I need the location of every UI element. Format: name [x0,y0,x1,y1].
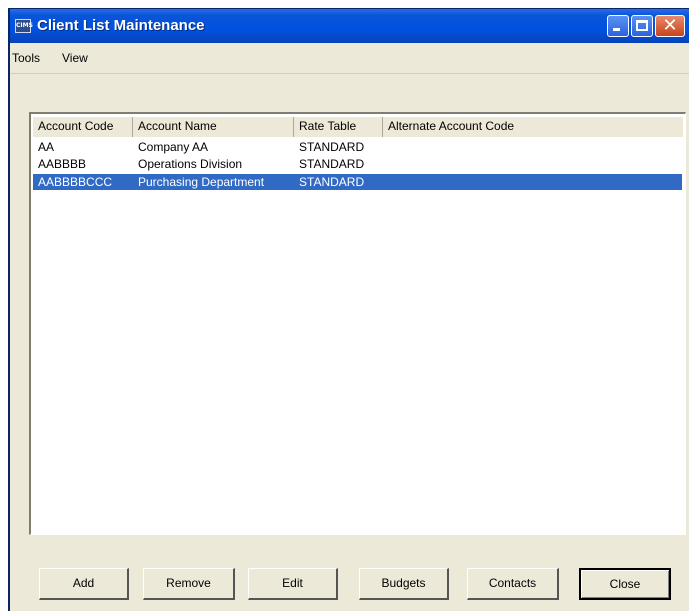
budgets-button[interactable]: Budgets [359,568,449,600]
cell-rate-table: STANDARD [299,140,365,154]
cell-account-code: AA [38,140,55,154]
menu-tools[interactable]: Tools [12,51,40,65]
table-row-selected[interactable]: AABBBBCCC Purchasing Department STANDARD [33,174,682,190]
cell-account-code: AABBBB [38,157,87,171]
cell-account-name: Purchasing Department [138,175,265,189]
column-header-account-name[interactable]: Account Name [133,117,294,137]
app-icon: CIMS [15,19,33,33]
minimize-icon [613,28,620,31]
cell-account-code: AABBBBCCC [38,175,113,189]
cell-rate-table: STANDARD [299,175,365,189]
column-header-account-code[interactable]: Account Code [33,117,133,137]
cell-account-name: Company AA [138,140,209,154]
minimize-button[interactable] [607,15,629,37]
cell-alternate-code [383,156,682,172]
menu-divider [10,73,689,74]
table-row[interactable]: AA Company AA STANDARD [33,139,682,155]
client-list-window: CIMS Client List Maintenance ✕ Tools Vie… [8,8,689,611]
remove-button[interactable]: Remove [143,568,235,600]
column-header-alternate-code[interactable]: Alternate Account Code [383,117,683,137]
add-button[interactable]: Add [39,568,129,600]
window-title: Client List Maintenance [37,17,205,34]
cell-alternate-code [383,174,682,190]
cell-rate-table: STANDARD [299,157,365,171]
maximize-button[interactable] [631,15,653,37]
column-header-rate-table[interactable]: Rate Table [294,117,383,137]
close-icon: ✕ [662,15,678,36]
edit-button[interactable]: Edit [248,568,338,600]
client-list[interactable]: Account Code Account Name Rate Table Alt… [29,112,686,535]
close-window-button[interactable]: ✕ [655,15,685,37]
cell-alternate-code [383,139,682,155]
contacts-button[interactable]: Contacts [467,568,559,600]
close-button[interactable]: Close [579,568,671,600]
menu-view[interactable]: View [62,51,88,65]
cell-account-name: Operations Division [138,157,243,171]
list-header: Account Code Account Name Rate Table Alt… [33,117,683,137]
table-row[interactable]: AABBBB Operations Division STANDARD [33,156,682,172]
title-bar[interactable]: CIMS Client List Maintenance ✕ [10,9,689,43]
maximize-icon [636,20,648,31]
